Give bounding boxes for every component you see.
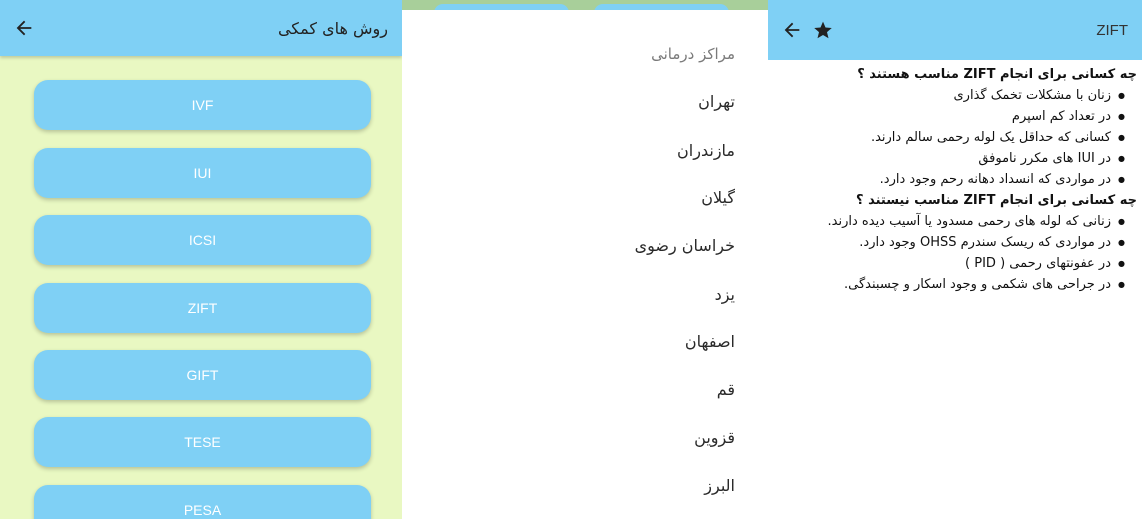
unsuitable-list: زنانی که لوله های رحمی مسدود یا آسیب دید… xyxy=(768,211,1125,295)
suitable-heading: چه کسانی برای انجام ZIFT مناسب هستند ؟ xyxy=(857,67,1137,82)
city-item-qazvin[interactable]: قزوین xyxy=(694,428,735,447)
method-button-iui[interactable]: IUI xyxy=(34,148,371,198)
list-item: در جراحی های شکمی و وجود اسکار و چسبندگی… xyxy=(768,274,1125,295)
list-item: در مواردی که ریسک سندرم OHSS وجود دارد. xyxy=(768,232,1125,253)
treatment-centers-drawer: مراکز درمانی تهران مازندران گیلان خراسان… xyxy=(402,0,768,519)
city-item-mazandaran[interactable]: مازندران xyxy=(677,141,735,160)
app-bar: ZIFT xyxy=(768,0,1142,60)
city-item-khorasan-razavi[interactable]: خراسان رضوی xyxy=(635,236,735,255)
unsuitable-heading: چه کسانی برای انجام ZIFT مناسب نیستند ؟ xyxy=(856,193,1137,208)
list-item: در عفونتهای رحمی ( PID ) xyxy=(768,253,1125,274)
method-button-ivf[interactable]: IVF xyxy=(34,80,371,130)
method-button-pesa[interactable]: PESA xyxy=(34,485,371,519)
method-button-zift[interactable]: ZIFT xyxy=(34,283,371,333)
list-item: کسانی که حداقل یک لوله رحمی سالم دارند. xyxy=(768,127,1125,148)
city-item-isfahan[interactable]: اصفهان xyxy=(685,332,735,351)
back-arrow-icon[interactable] xyxy=(778,16,806,44)
suitable-list: زنان با مشکلات تخمک گذاری در تعداد کم اس… xyxy=(768,85,1125,190)
page-title: ZIFT xyxy=(1096,21,1128,39)
list-item: زنانی که لوله های رحمی مسدود یا آسیب دید… xyxy=(768,211,1125,232)
app-bar: روش های کمکی xyxy=(0,0,402,56)
method-button-tese[interactable]: TESE xyxy=(34,417,371,467)
drawer-sheet: مراکز درمانی تهران مازندران گیلان خراسان… xyxy=(402,10,768,519)
city-item-yazd[interactable]: یزد xyxy=(715,285,735,304)
star-icon[interactable] xyxy=(810,17,836,43)
method-button-gift[interactable]: GIFT xyxy=(34,350,371,400)
section-header: مراکز درمانی xyxy=(651,45,735,63)
article-content: چه کسانی برای انجام ZIFT مناسب هستند ؟ ز… xyxy=(768,60,1142,295)
method-button-icsi[interactable]: ICSI xyxy=(34,215,371,265)
assisted-methods-screen: روش های کمکی IVF IUI ICSI ZIFT GIFT TESE… xyxy=(0,0,402,519)
list-item: در مواردی که انسداد دهانه رحم وجود دارد. xyxy=(768,169,1125,190)
zift-detail-screen: ZIFT چه کسانی برای انجام ZIFT مناسب هستن… xyxy=(768,0,1142,519)
list-item: در IUI های مکرر ناموفق xyxy=(768,148,1125,169)
city-item-gilan[interactable]: گیلان xyxy=(701,188,735,207)
city-item-alborz[interactable]: البرز xyxy=(704,476,735,495)
list-item: زنان با مشکلات تخمک گذاری xyxy=(768,85,1126,106)
page-title: روش های کمکی xyxy=(277,18,388,38)
list-item: در تعداد کم اسپرم xyxy=(768,106,1125,127)
city-item-qom[interactable]: قم xyxy=(717,380,735,399)
city-item-tehran[interactable]: تهران xyxy=(698,92,735,111)
back-arrow-icon[interactable] xyxy=(10,14,38,42)
